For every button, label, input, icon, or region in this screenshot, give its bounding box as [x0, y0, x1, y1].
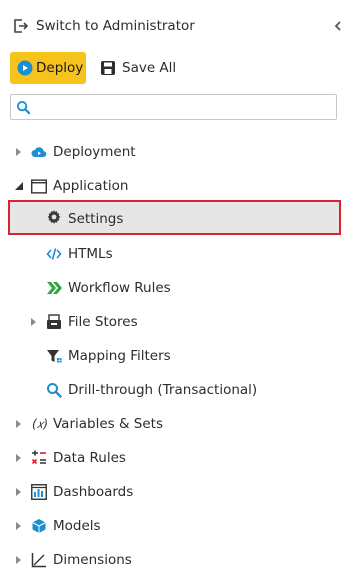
expand-caret-icon[interactable] [16, 148, 21, 156]
tree-item-models[interactable]: Models [0, 512, 349, 540]
deploy-button[interactable]: Deploy [10, 52, 86, 84]
tree-item-dimensions[interactable]: Dimensions [0, 546, 349, 574]
workflow-chevrons-icon [46, 280, 62, 296]
tree-item-data-rules[interactable]: Data Rules [0, 444, 349, 472]
tree-item-dashboards[interactable]: Dashboards [0, 478, 349, 506]
dashboard-chart-icon [31, 484, 47, 500]
search-box[interactable] [10, 94, 337, 120]
tree-item-application[interactable]: Application [0, 172, 349, 200]
tree-label-data-rules: Data Rules [53, 450, 126, 466]
expand-caret-icon[interactable] [16, 420, 21, 428]
file-store-icon [46, 314, 62, 330]
deployment-cloud-icon [31, 144, 47, 160]
tree-label-settings: Settings [68, 211, 124, 227]
search-input[interactable] [35, 97, 334, 119]
tree-label-workflow-rules: Workflow Rules [68, 280, 171, 296]
tree-label-drill-through: Drill-through (Transactional) [68, 382, 258, 398]
application-window-icon [31, 178, 47, 194]
dimension-axis-icon [31, 552, 47, 568]
deploy-label: Deploy [36, 60, 84, 76]
code-icon [46, 246, 62, 262]
tree-item-file-stores[interactable]: File Stores [0, 308, 349, 336]
tree-label-models: Models [53, 518, 101, 534]
tree-item-deployment[interactable]: Deployment [0, 138, 349, 166]
search-icon [15, 99, 31, 115]
switch-user-icon [13, 18, 29, 34]
save-all-button[interactable]: Save All [96, 52, 180, 84]
magnifier-icon [46, 382, 62, 398]
tree-label-deployment: Deployment [53, 144, 136, 160]
expand-caret-icon[interactable] [31, 318, 36, 326]
switch-to-administrator-label: Switch to Administrator [36, 18, 195, 34]
filter-icon [46, 348, 62, 364]
gear-icon [46, 209, 62, 225]
variable-x-icon: (𝑥) [31, 416, 49, 431]
tree-label-dimensions: Dimensions [53, 552, 132, 568]
collapse-panel-icon[interactable] [330, 18, 346, 34]
tree-label-mapping-filters: Mapping Filters [68, 348, 171, 364]
tree-label-dashboards: Dashboards [53, 484, 134, 500]
expand-caret-icon[interactable] [16, 522, 21, 530]
tree-label-htmls: HTMLs [68, 246, 113, 262]
expand-caret-icon[interactable] [16, 556, 21, 564]
tree-label-variables-sets: Variables & Sets [53, 416, 164, 432]
tree-item-variables-sets[interactable]: (𝑥) Variables & Sets [0, 410, 349, 438]
tree-label-application: Application [53, 178, 129, 194]
tree-item-workflow-rules[interactable]: Workflow Rules [0, 274, 349, 302]
tree-label-file-stores: File Stores [68, 314, 138, 330]
tree-item-drill-through[interactable]: Drill-through (Transactional) [0, 376, 349, 404]
tree-item-htmls[interactable]: HTMLs [0, 240, 349, 268]
cube-icon [31, 518, 47, 534]
save-icon [100, 60, 116, 76]
data-rules-icon [31, 450, 47, 466]
expand-caret-icon[interactable] [16, 488, 21, 496]
deploy-cloud-icon [17, 60, 33, 76]
switch-to-administrator-row[interactable]: Switch to Administrator [0, 12, 349, 40]
tree-item-mapping-filters[interactable]: Mapping Filters [0, 342, 349, 370]
expand-caret-icon[interactable] [16, 454, 21, 462]
tree-item-settings[interactable]: Settings [8, 200, 341, 235]
save-all-label: Save All [122, 60, 177, 76]
